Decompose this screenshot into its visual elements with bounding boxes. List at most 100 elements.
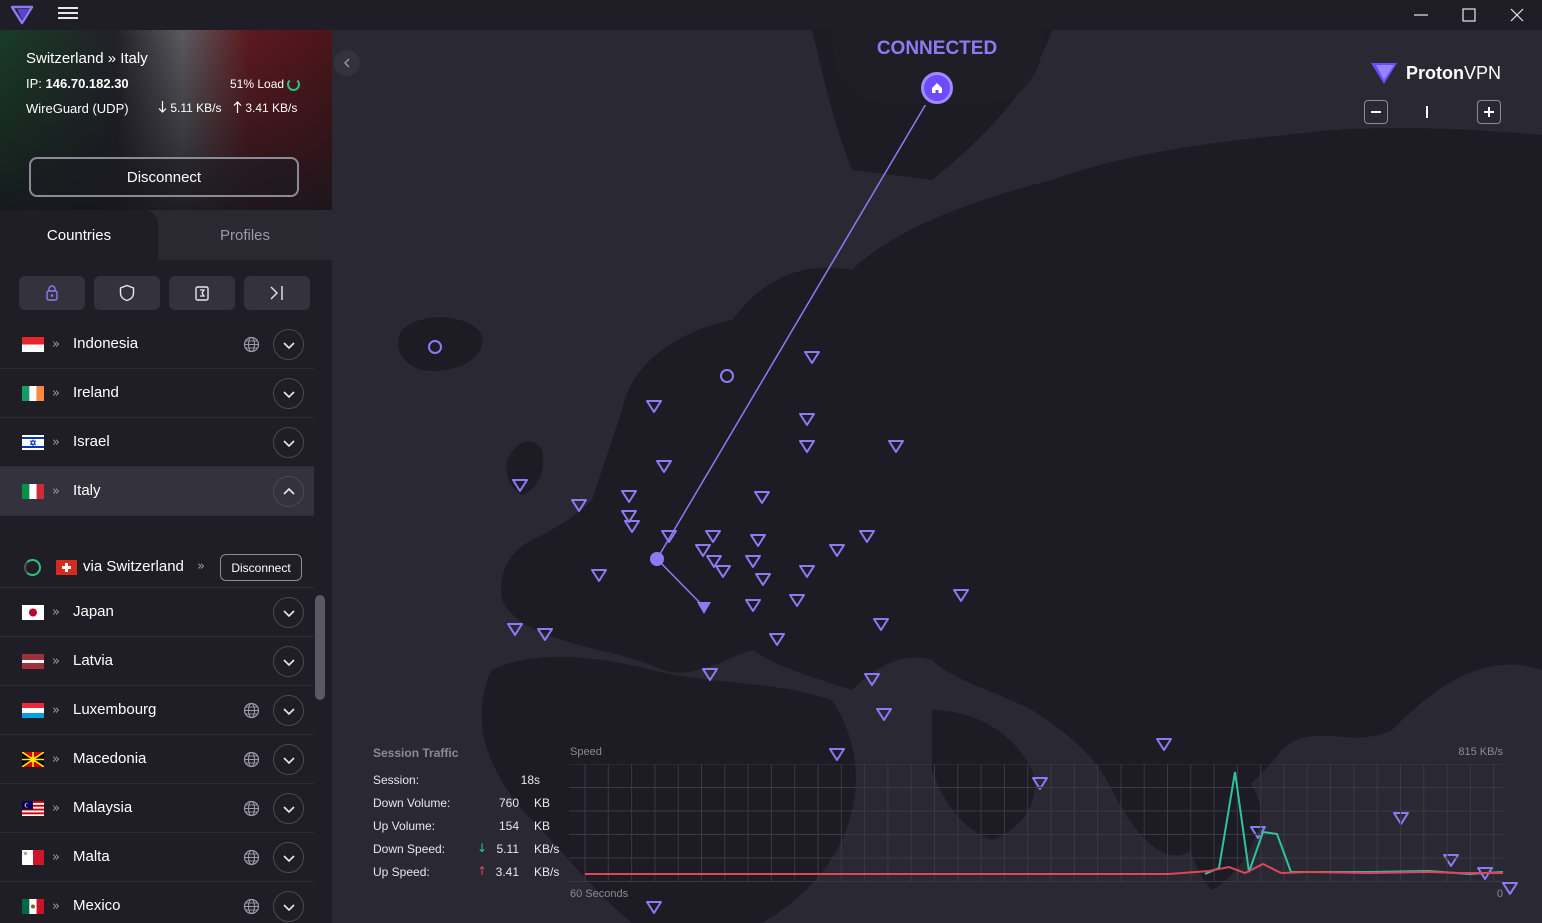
minimize-button[interactable] xyxy=(1398,0,1444,30)
brand-name: ProtonVPN xyxy=(1406,63,1501,84)
double-chevron-icon: » xyxy=(52,801,60,816)
up-volume-value: 154 xyxy=(498,819,519,833)
tab-countries[interactable]: Countries xyxy=(0,210,158,260)
server-load: 51% Load xyxy=(230,77,285,91)
server-marker[interactable] xyxy=(702,668,718,681)
chevron-down-icon xyxy=(282,609,295,617)
maximize-button[interactable] xyxy=(1446,0,1492,30)
zoom-in-button[interactable] xyxy=(1477,100,1501,124)
server-row-via-switzerland[interactable]: via Switzerland » Disconnect xyxy=(0,548,314,588)
down-volume-value: 760 xyxy=(498,796,519,810)
country-row-israel[interactable]: » Israel xyxy=(0,418,314,467)
chevron-down-icon xyxy=(282,439,295,447)
expand-indonesia-button[interactable] xyxy=(273,329,304,360)
tor-filter-button[interactable] xyxy=(244,276,310,310)
country-name: Mexico xyxy=(73,897,121,914)
expand-israel-button[interactable] xyxy=(273,427,304,458)
zoom-slider-handle[interactable] xyxy=(1426,106,1428,118)
session-label: Session: xyxy=(373,773,420,787)
p2p-filter-button[interactable] xyxy=(169,276,235,310)
flag-japan-icon xyxy=(22,605,44,620)
arrow-down-icon xyxy=(158,101,167,113)
proton-vpn-window: Switzerland » Italy IP: 146.70.182.30 51… xyxy=(0,0,1542,923)
server-marker[interactable] xyxy=(507,623,523,636)
expand-malta-button[interactable] xyxy=(273,842,304,873)
home-icon xyxy=(932,83,942,93)
chevron-left-icon xyxy=(344,58,350,68)
speed-chart xyxy=(569,764,1503,882)
brand-proton: Proton xyxy=(1406,62,1464,83)
scrollbar-thumb[interactable] xyxy=(315,595,325,700)
tab-profiles[interactable]: Profiles xyxy=(158,210,332,260)
up-volume-label: Up Volume: xyxy=(373,819,436,833)
close-icon xyxy=(1510,8,1524,22)
chevron-down-icon xyxy=(282,341,295,349)
ip-value: 146.70.182.30 xyxy=(45,76,129,91)
down-volume-label: Down Volume: xyxy=(373,796,451,810)
double-chevron-icon: » xyxy=(52,899,60,914)
expand-luxembourg-button[interactable] xyxy=(273,695,304,726)
country-row-latvia[interactable]: » Latvia xyxy=(0,637,314,686)
shield-icon xyxy=(119,284,135,302)
download-speed: 5.11 KB/s xyxy=(158,101,221,115)
double-chevron-icon: » xyxy=(52,654,60,669)
tor-icon xyxy=(270,286,283,300)
zoom-out-button[interactable] xyxy=(1364,100,1388,124)
flag-israel-icon xyxy=(22,435,44,450)
country-row-mexico[interactable]: » Mexico xyxy=(0,882,314,923)
up-speed-unit: KB/s xyxy=(534,865,560,879)
chevron-down-icon xyxy=(282,903,295,911)
flag-luxembourg-icon xyxy=(22,703,44,718)
p2p-icon xyxy=(195,286,209,301)
secure-core-filter-button[interactable] xyxy=(19,276,85,310)
netshield-filter-button[interactable] xyxy=(94,276,160,310)
expand-malaysia-button[interactable] xyxy=(273,793,304,824)
country-row-ireland[interactable]: » Ireland xyxy=(0,369,314,418)
expand-ireland-button[interactable] xyxy=(273,378,304,409)
country-name: Luxembourg xyxy=(73,701,157,718)
up-speed-value: 3.41 xyxy=(495,865,519,879)
disconnect-button[interactable]: Disconnect xyxy=(29,157,299,197)
down-speed-unit: KB/s xyxy=(534,842,560,856)
country-name: Macedonia xyxy=(73,750,147,767)
country-row-japan[interactable]: » Japan xyxy=(0,588,314,637)
double-chevron-icon: » xyxy=(197,559,205,574)
expand-mexico-button[interactable] xyxy=(273,891,304,922)
server-marker[interactable] xyxy=(1502,882,1518,895)
session-traffic-panel: Session Traffic Session: 18s Down Volume… xyxy=(373,740,1503,920)
home-location-pin[interactable] xyxy=(921,72,953,104)
country-name: Israel xyxy=(73,433,110,450)
expand-italy-button[interactable] xyxy=(273,476,304,507)
country-row-malta[interactable]: » Malta xyxy=(0,833,314,882)
country-row-malaysia[interactable]: » Malaysia xyxy=(0,784,314,833)
server-marker[interactable] xyxy=(864,673,880,686)
server-disconnect-button[interactable]: Disconnect xyxy=(220,554,302,581)
expand-macedonia-button[interactable] xyxy=(273,744,304,775)
session-value: 18s xyxy=(520,773,540,787)
brand-vpn: VPN xyxy=(1464,62,1502,83)
country-row-italy[interactable]: » Italy xyxy=(0,467,314,516)
server-marker[interactable] xyxy=(876,708,892,721)
globe-icon xyxy=(243,336,260,353)
hamburger-menu-icon[interactable] xyxy=(58,4,78,24)
list-scrollbar[interactable] xyxy=(315,365,325,923)
country-name: Malaysia xyxy=(73,799,133,816)
globe-icon xyxy=(243,751,260,768)
country-name: Indonesia xyxy=(73,335,139,352)
proton-logo-icon[interactable] xyxy=(10,3,34,27)
double-chevron-icon: » xyxy=(52,703,60,718)
close-button[interactable] xyxy=(1494,0,1540,30)
country-row-macedonia[interactable]: » Macedonia xyxy=(0,735,314,784)
expand-japan-button[interactable] xyxy=(273,597,304,628)
collapse-sidebar-button[interactable] xyxy=(334,50,360,76)
country-row-indonesia[interactable]: » Indonesia xyxy=(0,320,314,369)
plus-icon xyxy=(1484,107,1494,117)
session-traffic-title: Session Traffic xyxy=(373,746,459,760)
country-row-luxembourg[interactable]: » Luxembourg xyxy=(0,686,314,735)
double-chevron-icon: » xyxy=(52,435,60,450)
speed-axis-start: 60 Seconds xyxy=(570,888,629,900)
connection-route: Switzerland » Italy xyxy=(26,50,148,67)
upload-speed: 3.41 KB/s xyxy=(233,101,297,115)
filter-bar xyxy=(0,260,332,320)
expand-latvia-button[interactable] xyxy=(273,646,304,677)
